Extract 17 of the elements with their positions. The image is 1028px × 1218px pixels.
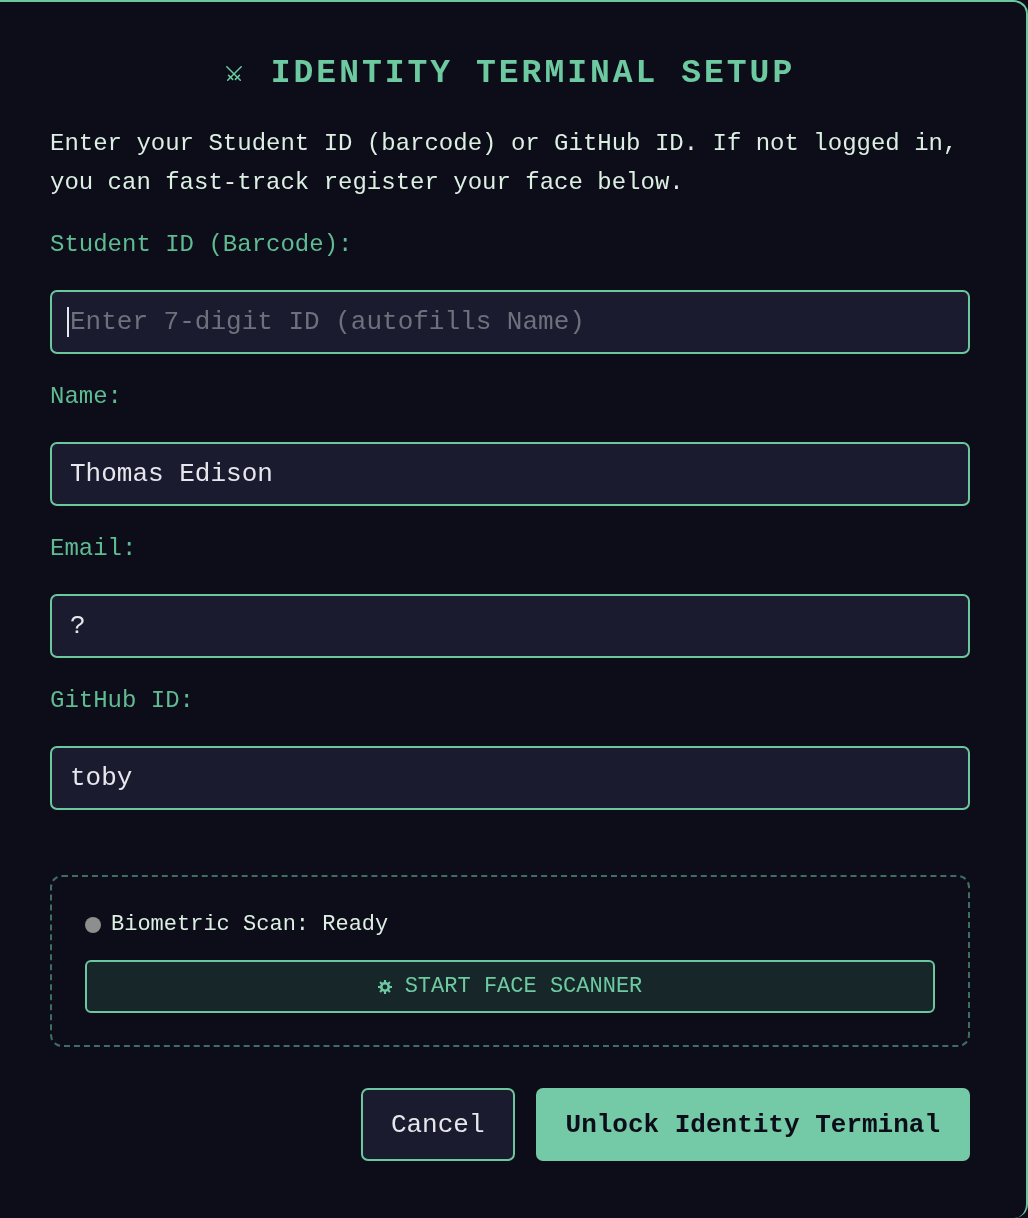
dialog-title: IDENTITY TERMINAL SETUP — [270, 54, 796, 94]
input-field[interactable]: ? — [50, 594, 970, 658]
status-text: Biometric Scan: Ready — [111, 913, 389, 937]
field-label: Student ID (Barcode): — [50, 230, 353, 260]
unlock-button[interactable]: Unlock Identity Terminal — [535, 1088, 970, 1161]
instructions-text: Enter your Student ID (barcode) or GitHub ID. If not logged in, you can fast-track register your face below. — [50, 129, 959, 198]
gear-icon — [377, 979, 392, 994]
crossed-swords-icon — [224, 65, 243, 83]
input-field[interactable]: Enter 7-digit ID (autofills Name) — [50, 290, 970, 354]
field-label: Name: — [50, 382, 122, 412]
input-field[interactable]: Thomas Edison — [50, 442, 970, 506]
face-scanner-button[interactable]: START FACE SCANNER — [85, 960, 935, 1013]
field-label: GitHub ID: — [50, 686, 195, 716]
cancel-button[interactable]: Cancel — [360, 1088, 515, 1161]
field-label: Email: — [50, 534, 137, 564]
text-cursor-icon — [67, 307, 69, 337]
input-field[interactable]: toby — [50, 746, 970, 810]
